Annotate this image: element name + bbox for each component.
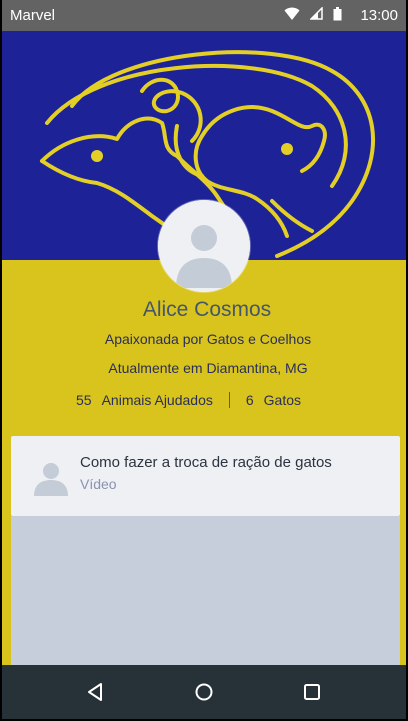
profile-name: Alice Cosmos — [142, 298, 272, 321]
user-placeholder-icon — [158, 200, 250, 292]
recents-icon — [304, 684, 320, 700]
post-card[interactable]: Como fazer a troca de ração de gatos Víd… — [11, 436, 400, 516]
carrier-label: Marvel — [10, 7, 56, 24]
post-author-avatar — [33, 460, 69, 501]
app-screen: Marvel 13:00 Alice Cosmos Apaixonada por… — [2, 0, 406, 719]
battery-icon — [333, 6, 342, 25]
profile-location: Atualmente em Diamantina, MG — [108, 360, 308, 376]
home-icon — [195, 683, 213, 701]
signal-icon — [309, 6, 324, 24]
stats-divider — [228, 392, 230, 408]
profile-bio: Apaixonada por Gatos e Coelhos — [104, 331, 312, 347]
profile-stats: 55 Animais Ajudados 6 Gatos — [76, 392, 301, 408]
post-title: Como fazer a troca de ração de gatos — [80, 454, 332, 471]
clock: 13:00 — [360, 7, 398, 24]
stat-cats-count: 6 — [245, 392, 254, 408]
navigation-bar — [2, 665, 406, 719]
status-bar: Marvel 13:00 — [2, 0, 406, 31]
back-button[interactable] — [76, 672, 116, 712]
stat-animals-label[interactable]: Animais Ajudados — [102, 392, 213, 408]
post-media-placeholder[interactable] — [11, 516, 400, 666]
stat-cats-label[interactable]: Gatos — [264, 392, 301, 408]
profile-avatar[interactable] — [158, 200, 250, 292]
wifi-icon — [284, 7, 300, 25]
stat-animals-count: 55 — [76, 392, 92, 408]
post-type: Vídeo — [80, 476, 117, 492]
user-icon — [34, 463, 68, 496]
recents-button[interactable] — [292, 672, 332, 712]
home-button[interactable] — [184, 672, 224, 712]
back-icon — [88, 683, 102, 701]
